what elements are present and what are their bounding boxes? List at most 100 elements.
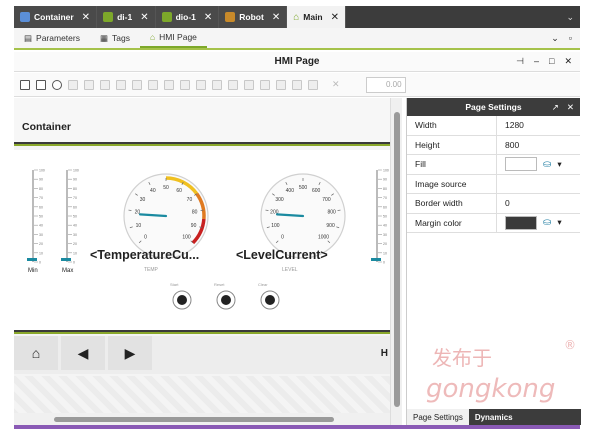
grid-icon[interactable] <box>20 79 30 90</box>
bar-tick-label: 30 <box>39 233 43 237</box>
watermark-logo: 发布于 gongkong ® <box>426 338 576 404</box>
next-page-button[interactable]: ▶ <box>108 336 152 370</box>
delete-icon[interactable] <box>116 79 126 90</box>
tab-hmi-page[interactable]: ⌂ HMI Page <box>139 28 207 48</box>
max-level-bar[interactable]: 1009080706050403020100 <box>61 169 79 265</box>
knob-start[interactable] <box>172 290 192 310</box>
bar-tick-label: 60 <box>73 205 77 209</box>
close-icon[interactable]: ✕ <box>82 12 90 23</box>
close-icon[interactable]: ✕ <box>331 12 339 23</box>
paint-bucket-icon[interactable]: ⛀ <box>543 217 551 228</box>
maximize-icon[interactable]: □ <box>549 56 554 67</box>
horizontal-scrollbar[interactable] <box>14 413 390 425</box>
tab-main[interactable]: ⌂ Main ✕ <box>287 6 347 28</box>
bring-front-icon[interactable] <box>244 79 254 90</box>
height-field[interactable]: 800 <box>497 140 519 150</box>
search-icon[interactable] <box>52 79 62 90</box>
gauge-tick-label: 50 <box>163 185 169 191</box>
tab-tags[interactable]: ▦ Tags <box>90 28 140 48</box>
panel-header: Page Settings ↗ ✕ <box>407 98 580 116</box>
expand-icon[interactable]: ↗ <box>552 102 559 113</box>
knob-caption-reset: Reset <box>214 282 225 287</box>
align-top-icon[interactable] <box>180 79 190 90</box>
tags-icon: ▦ <box>99 32 108 43</box>
close-icon[interactable]: ✕ <box>272 12 280 23</box>
previous-page-button[interactable]: ◀ <box>61 336 105 370</box>
knob-clear[interactable] <box>260 290 280 310</box>
right-level-bar[interactable]: 1009080706050403020100 <box>371 169 389 265</box>
tab-dio-1[interactable]: dio-1 ✕ <box>155 6 220 28</box>
send-back-icon[interactable] <box>260 79 270 90</box>
zoom-reset-icon[interactable]: ✕ <box>332 79 340 90</box>
gauge-tick-label: 100 <box>271 223 280 229</box>
chevron-down-icon[interactable]: ▾ <box>557 159 561 170</box>
tab-page-settings[interactable]: Page Settings <box>407 409 469 425</box>
paste-icon[interactable] <box>84 79 94 90</box>
knob-caption-start: Start <box>170 282 179 287</box>
align-right-icon[interactable] <box>164 79 174 90</box>
vertical-scrollbar[interactable] <box>390 98 402 425</box>
home-button[interactable]: ⌂ <box>14 336 58 370</box>
minimize-icon[interactable]: – <box>534 56 539 67</box>
level-gauge[interactable]: 01002003004005006007008009001000 <box>260 173 346 259</box>
chevron-down-icon[interactable]: ⌄ <box>560 6 580 28</box>
margin-color-swatch[interactable] <box>505 215 537 230</box>
align-middle-icon[interactable] <box>196 79 206 90</box>
svg-text:发布于: 发布于 <box>432 346 492 370</box>
paint-bucket-icon[interactable]: ⛀ <box>543 159 551 170</box>
gauge-widgets: 1009080706050403020100 10090807060504030… <box>27 169 389 310</box>
group-icon[interactable] <box>276 79 286 90</box>
close-icon[interactable]: ✕ <box>567 102 574 113</box>
gauge-tick-label: 500 <box>299 185 308 191</box>
bar-tick-label: 60 <box>39 205 43 209</box>
hmi-canvas[interactable]: Container 100 90 80 70 60 50 40 30 20 10 0 100 90 80… <box>14 98 390 425</box>
bar-tick-label: 70 <box>73 196 77 200</box>
knob-caption-clear: Clear <box>258 282 268 287</box>
knob-center <box>221 295 231 305</box>
align-bottom-icon[interactable] <box>212 79 222 90</box>
fill-color-swatch[interactable] <box>505 157 537 172</box>
snap-icon[interactable] <box>36 79 46 90</box>
lock-icon[interactable] <box>308 79 318 90</box>
temperature-caption: TEMP <box>144 267 158 273</box>
close-icon[interactable]: ✕ <box>204 12 212 23</box>
gauge-tick-label: 80 <box>192 209 198 215</box>
min-level-bar[interactable]: 1009080706050403020100 <box>27 169 45 265</box>
bar-tick-label: 40 <box>73 224 77 228</box>
bar-tick-label: 0 <box>73 261 75 265</box>
tab-di-1[interactable]: di-1 ✕ <box>97 6 156 28</box>
close-icon[interactable]: ✕ <box>564 56 572 67</box>
knob-center <box>265 295 275 305</box>
ungroup-icon[interactable] <box>292 79 302 90</box>
knob-reset[interactable] <box>216 290 236 310</box>
duplicate-icon[interactable] <box>100 79 110 90</box>
temperature-gauge[interactable]: 0102030405060708090100 <box>123 173 209 259</box>
width-field[interactable]: 1280 <box>497 120 524 130</box>
tab-dynamics[interactable]: Dynamics <box>469 409 519 425</box>
tab-robot[interactable]: Robot ✕ <box>219 6 288 28</box>
tab-container[interactable]: Container ✕ <box>14 6 98 28</box>
chevron-down-icon[interactable]: ▾ <box>557 217 561 228</box>
home-icon: ⌂ <box>293 11 300 23</box>
bar-pointer <box>61 258 71 261</box>
pin-icon[interactable]: ⊣ <box>516 56 524 67</box>
min-label: Min <box>28 268 38 274</box>
tab-parameters[interactable]: ▤ Parameters <box>14 28 90 48</box>
bar-tick-label: 30 <box>73 233 77 237</box>
rotate-icon[interactable] <box>228 79 238 90</box>
copy-icon[interactable] <box>68 79 78 90</box>
align-left-icon[interactable] <box>132 79 142 90</box>
align-center-icon[interactable] <box>148 79 158 90</box>
chevron-down-icon[interactable]: ⌄ <box>551 33 559 44</box>
property-row-image-source: Image source <box>407 174 580 194</box>
scroll-thumb[interactable] <box>394 112 400 407</box>
border-width-field[interactable]: 0 <box>497 198 510 208</box>
scroll-thumb[interactable] <box>54 417 334 422</box>
bar-pointer <box>371 258 381 261</box>
bar-tick-label: 60 <box>383 205 387 209</box>
zoom-input[interactable]: 0.00 <box>365 76 406 93</box>
property-row-fill: Fill ⛀ ▾ <box>407 155 580 175</box>
restore-icon[interactable]: ▫ <box>569 33 572 44</box>
close-icon[interactable]: ✕ <box>140 12 148 23</box>
bar-track <box>32 170 34 262</box>
